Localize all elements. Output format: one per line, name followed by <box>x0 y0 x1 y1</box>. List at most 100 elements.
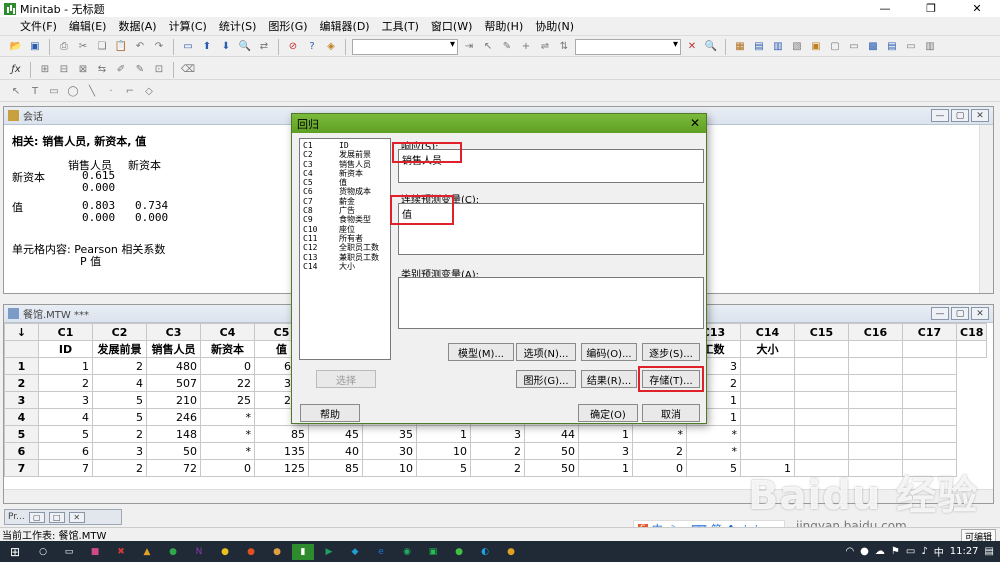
close-icon[interactable]: ✕ <box>954 0 1000 17</box>
menu-item[interactable]: 数据(A) <box>112 18 162 34</box>
column-name[interactable] <box>848 340 903 358</box>
cell[interactable] <box>794 357 849 375</box>
categorical-predictors-field[interactable] <box>398 277 704 329</box>
line-tool-icon[interactable]: ╲ <box>84 84 100 100</box>
cell[interactable]: 25 <box>200 391 255 409</box>
variable-item[interactable]: C7 薪金 <box>303 197 387 206</box>
close-icon[interactable]: ✕ <box>690 116 700 130</box>
polygon-tool-icon[interactable]: ◇ <box>141 84 157 100</box>
variable-item[interactable]: C10 座位 <box>303 225 387 234</box>
variable-item[interactable]: C14 大小 <box>303 262 387 271</box>
app-icon-1[interactable]: ■ <box>84 544 106 560</box>
eraser-icon[interactable]: ⌫ <box>180 62 196 78</box>
column-name[interactable]: 新资本 <box>200 340 255 358</box>
cell[interactable] <box>848 374 903 392</box>
arrow-down-icon[interactable]: ⬇ <box>218 39 234 55</box>
column-name[interactable] <box>794 340 849 358</box>
model-button[interactable]: 模型(M)... <box>448 343 514 361</box>
graphs-button[interactable]: 图形(G)... <box>516 370 576 388</box>
column-name[interactable]: 大小 <box>740 340 795 358</box>
cell[interactable]: 0 <box>632 459 687 477</box>
cell[interactable] <box>848 357 903 375</box>
wechat-icon[interactable]: ● <box>448 544 470 560</box>
crosshair-icon[interactable]: + <box>518 39 534 55</box>
insert-cells-icon[interactable]: ⊞ <box>37 62 53 78</box>
cell[interactable]: 1 <box>578 459 633 477</box>
cell[interactable] <box>794 374 849 392</box>
menu-item[interactable]: 计算(C) <box>163 18 213 34</box>
cell[interactable]: 50 <box>524 459 579 477</box>
restore-icon[interactable]: ▢ <box>951 109 969 122</box>
session-scrollbar[interactable] <box>979 125 993 293</box>
cell[interactable]: 1 <box>578 425 633 443</box>
tile-icon[interactable]: ▤ <box>884 39 900 55</box>
clock[interactable]: 11:27 <box>950 546 979 557</box>
row-header[interactable]: 2 <box>4 374 39 392</box>
define-format-icon[interactable]: ⊡ <box>151 62 167 78</box>
polyline-tool-icon[interactable]: ⌐ <box>122 84 138 100</box>
menu-item[interactable]: 编辑器(D) <box>314 18 376 34</box>
cell[interactable] <box>794 425 849 443</box>
cancel-button[interactable]: 取消 <box>642 404 700 422</box>
row-header[interactable]: 6 <box>4 442 39 460</box>
move-columns-icon[interactable]: ⇆ <box>94 62 110 78</box>
cell[interactable]: 3 <box>470 425 525 443</box>
cell[interactable]: 85 <box>308 459 363 477</box>
column-id[interactable]: C4 <box>200 323 255 341</box>
column-name[interactable] <box>955 340 988 358</box>
app-icon-4[interactable]: ● <box>162 544 184 560</box>
cell[interactable]: 6 <box>38 442 93 460</box>
onenote-icon[interactable]: N <box>188 544 210 560</box>
print-icon[interactable]: ⎙ <box>56 39 72 55</box>
cell[interactable]: 50 <box>146 442 201 460</box>
action-center-icon[interactable]: ▤ <box>985 546 994 557</box>
cell[interactable]: 3 <box>38 391 93 409</box>
cell[interactable]: 40 <box>308 442 363 460</box>
column-id[interactable]: C16 <box>848 323 903 341</box>
cell[interactable]: 2 <box>470 442 525 460</box>
minimize-icon[interactable]: — <box>862 0 908 17</box>
cell[interactable]: 0 <box>200 357 255 375</box>
cell[interactable]: 5 <box>92 391 147 409</box>
cell[interactable]: 5 <box>38 425 93 443</box>
select-button[interactable]: 选择 <box>316 370 376 388</box>
flip-icon[interactable]: ⇌ <box>537 39 553 55</box>
app-icon-9[interactable]: ◆ <box>344 544 366 560</box>
cell[interactable]: 2 <box>632 442 687 460</box>
cell[interactable] <box>794 408 849 426</box>
variable-list[interactable]: C1 ID C2 发展前景 C3 销售人员 C4 新资本 C5 值 C6 货物成本 C7 薪金 C8 广告 C9… <box>299 138 391 360</box>
results-button[interactable]: 结果(R)... <box>581 370 637 388</box>
restore-icon[interactable]: ▢ <box>28 511 45 523</box>
row-header[interactable]: 1 <box>4 357 39 375</box>
app-icon-5[interactable]: ● <box>214 544 236 560</box>
point-tool-icon[interactable]: · <box>103 84 119 100</box>
copy-icon[interactable]: ❏ <box>94 39 110 55</box>
cell[interactable]: 45 <box>308 425 363 443</box>
cell[interactable] <box>740 425 795 443</box>
cell[interactable] <box>740 408 795 426</box>
cell[interactable]: * <box>200 442 255 460</box>
notification-icon[interactable]: ⚑ <box>891 546 900 557</box>
cell[interactable]: 210 <box>146 391 201 409</box>
show-worksheets-icon[interactable]: ▥ <box>770 39 786 55</box>
report-pad-icon[interactable]: ▩ <box>865 39 881 55</box>
column-id[interactable]: C15 <box>794 323 849 341</box>
maximize-icon[interactable]: □ <box>48 511 65 523</box>
cell[interactable]: * <box>686 425 741 443</box>
ok-button[interactable]: 确定(O) <box>578 404 638 422</box>
cell[interactable]: 2 <box>470 459 525 477</box>
column-name[interactable]: 销售人员 <box>146 340 201 358</box>
cell[interactable]: 35 <box>362 425 417 443</box>
select-tool-icon[interactable]: ↖ <box>8 84 24 100</box>
history-icon[interactable]: ▢ <box>827 39 843 55</box>
cell[interactable] <box>740 391 795 409</box>
coding-button[interactable]: 编码(O)... <box>581 343 637 361</box>
cell[interactable]: 3 <box>92 442 147 460</box>
cell[interactable] <box>794 391 849 409</box>
arrange-icon[interactable]: ▥ <box>922 39 938 55</box>
brush-icon[interactable]: ⇥ <box>461 39 477 55</box>
cloud-icon[interactable]: ☁ <box>875 546 885 557</box>
close-icon[interactable]: ✕ <box>971 109 989 122</box>
column-name[interactable] <box>902 340 957 358</box>
column-name[interactable]: 发展前景 <box>92 340 147 358</box>
